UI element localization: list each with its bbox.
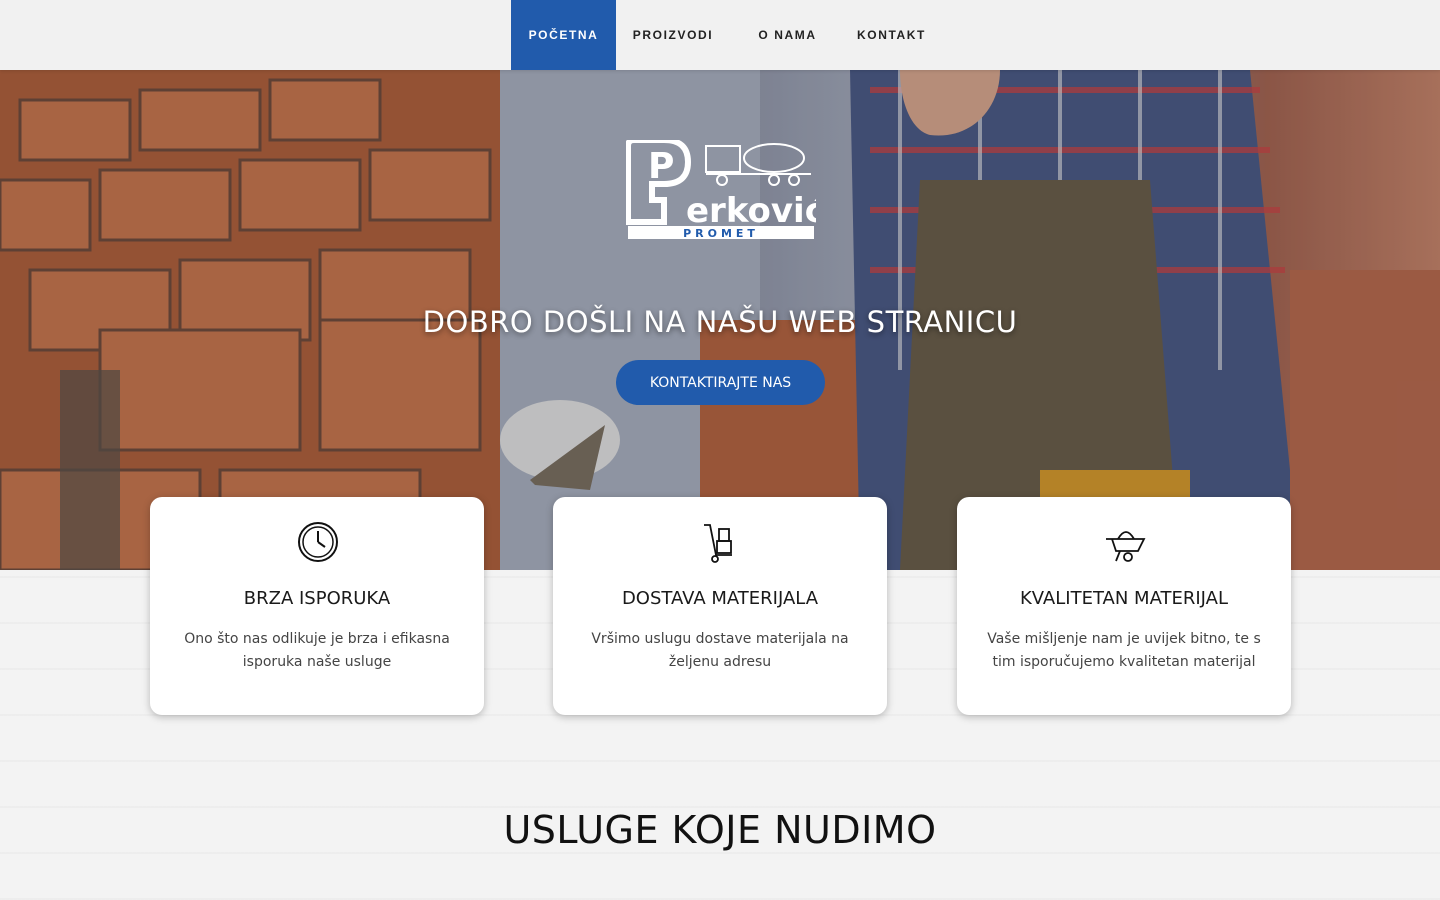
feature-card-quality-material: KVALITETAN MATERIJAL Vaše mišljenje nam … (957, 497, 1291, 715)
services-section-title: USLUGE KOJE NUDIMO (503, 808, 937, 852)
cement-truck-icon (705, 143, 811, 186)
hero-title: DOBRO DOŠLI NA NAŠU WEB STRANICU (422, 305, 1018, 339)
navbar: POČETNA PROIZVODI O NAMA KONTAKT (0, 0, 1440, 70)
nav-menu: POČETNA PROIZVODI O NAMA KONTAKT (511, 0, 938, 70)
nav-item-pocetna[interactable]: POČETNA (511, 0, 616, 70)
hand-truck-icon (704, 524, 732, 563)
feature-card-material-delivery: DOSTAVA MATERIJALA Vršimo uslugu dostave… (553, 497, 887, 715)
feature-text: Vaše mišljenje nam je uvijek bitno, te s… (987, 631, 1261, 670)
nav-item-o-nama[interactable]: O NAMA (730, 0, 845, 70)
feature-title: BRZA ISPORUKA (243, 588, 391, 609)
feature-card-fast-delivery: BRZA ISPORUKA Ono što nas odlikuje je br… (150, 497, 484, 715)
svg-text:PROMET: PROMET (683, 227, 759, 240)
svg-text:erković: erković (686, 191, 816, 231)
clock-icon (298, 522, 338, 562)
nav-item-proizvodi[interactable]: PROIZVODI (616, 0, 730, 70)
feature-title: DOSTAVA MATERIJALA (621, 588, 819, 609)
svg-text:P: P (648, 146, 674, 187)
feature-title: KVALITETAN MATERIJAL (1019, 588, 1229, 609)
wheelbarrow-icon (1106, 531, 1146, 562)
nav-item-kontakt[interactable]: KONTAKT (845, 0, 938, 70)
feature-text: Vršimo uslugu dostave materijala na želj… (591, 631, 849, 670)
feature-text: Ono što nas odlikuje je brza i efikasna … (184, 631, 450, 670)
contact-us-button[interactable]: KONTAKTIRAJTE NAS (616, 360, 825, 405)
perkovic-logo[interactable]: P erković PROMET (626, 140, 816, 240)
